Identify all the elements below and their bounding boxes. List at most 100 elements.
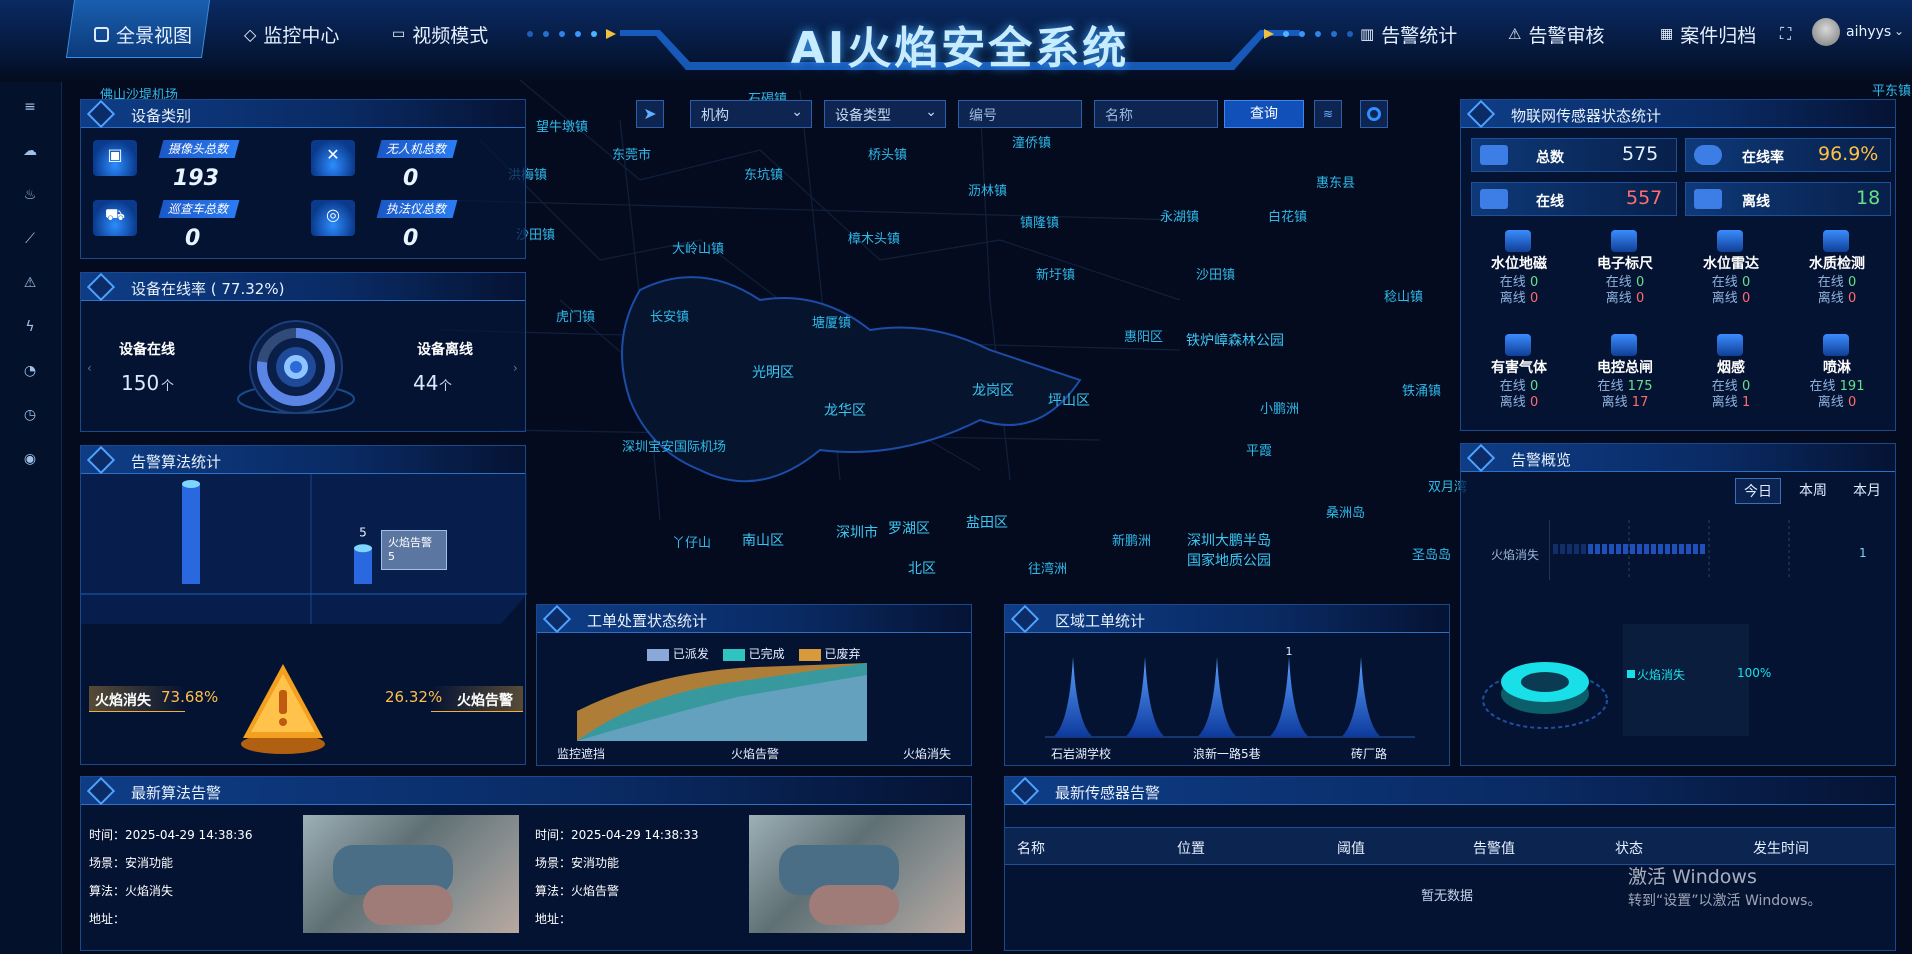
layer-toggle-icon[interactable] xyxy=(1360,100,1388,128)
camera-icon[interactable]: ◉ xyxy=(21,450,39,468)
dashboard-gauge-icon[interactable]: ◷ xyxy=(21,406,39,424)
peak[interactable] xyxy=(1053,657,1093,737)
sensor-icon xyxy=(1717,334,1743,356)
warning-triangle-icon xyxy=(241,664,325,754)
panel-diamond-icon xyxy=(1010,604,1040,634)
bar-segment xyxy=(1574,544,1579,554)
sensor-card[interactable]: 电控总闸 在线 175 离线 17 xyxy=(1581,334,1669,410)
empty-text: 暂无数据 xyxy=(1421,889,1474,904)
bar[interactable] xyxy=(354,548,372,584)
legend-item: 已派发 xyxy=(647,645,709,662)
lightning-icon[interactable]: ϟ xyxy=(21,318,39,336)
map-label: 潼侨镇 xyxy=(1012,136,1052,151)
peak[interactable] xyxy=(1197,657,1237,737)
fire-icon[interactable]: ♨ xyxy=(21,186,39,204)
bar[interactable] xyxy=(182,484,200,584)
alarm-item[interactable]: 时间：2025-04-29 14:38:33 场景：安消功能 算法：火焰告警 地… xyxy=(535,821,698,933)
stat-value: 18 xyxy=(1856,187,1881,209)
avatar[interactable] xyxy=(1812,18,1840,46)
column-header: 状态 xyxy=(1615,841,1643,857)
alarm-snapshot[interactable] xyxy=(303,815,519,933)
sensor-card[interactable]: 水位雷达 在线 0 离线 0 xyxy=(1687,230,1775,306)
x-tick: 浪新一路5巷 xyxy=(1193,747,1261,761)
tab-alarm-review[interactable]: ⚠ 告警审核 xyxy=(1508,16,1604,52)
x-tick: 火焰消失 xyxy=(903,747,952,761)
tab-video-mode[interactable]: ▭ 视频模式 xyxy=(392,16,488,52)
locate-icon[interactable]: ➤ xyxy=(636,100,664,128)
tab-alarm-stats[interactable]: ▥ 告警统计 xyxy=(1360,16,1457,52)
org-select[interactable]: 机构 ⌄ xyxy=(690,100,812,128)
map-label: 望牛墩镇 xyxy=(536,120,589,135)
sensor-name: 烟感 xyxy=(1717,360,1745,376)
peak[interactable] xyxy=(1125,657,1165,737)
range-week[interactable]: 本周 xyxy=(1791,478,1835,502)
tab-overview[interactable]: 全景视图 xyxy=(94,16,192,52)
fullscreen-icon[interactable]: ⛶ xyxy=(1780,24,1791,44)
legend-item: 已完成 xyxy=(722,645,785,662)
sensor-card[interactable]: 水位地磁 在线 0 离线 0 xyxy=(1475,230,1563,306)
alarm-address: 地址： xyxy=(535,912,572,926)
chevron-right-icon[interactable]: › xyxy=(513,361,518,375)
latest-algo-panel: 最新算法告警 时间：2025-04-29 14:38:36 场景：安消功能 算法… xyxy=(80,776,972,951)
map-label: 平东镇 xyxy=(1872,84,1912,99)
tab-case-archive[interactable]: ▦ 案件归档 xyxy=(1660,16,1756,52)
range-month[interactable]: 本月 xyxy=(1845,478,1889,502)
chevron-left-icon[interactable]: ‹ xyxy=(87,361,92,375)
panel-title: 设备在线率 ( 77.32%) xyxy=(131,280,285,298)
query-button[interactable]: 查询 xyxy=(1224,100,1304,128)
map-label: 坪山区 xyxy=(1048,393,1090,409)
alarm-algo: 算法：火焰告警 xyxy=(535,884,620,898)
alarm-snapshot[interactable] xyxy=(749,815,965,933)
name-input[interactable]: 名称 xyxy=(1094,100,1218,128)
sensor-icon xyxy=(1823,230,1849,252)
chevron-down-icon[interactable]: ⌄ xyxy=(1894,24,1904,38)
panel-title-bar: 物联网传感器状态统计 xyxy=(1461,99,1895,129)
sensor-card[interactable]: 烟感 在线 0 离线 1 xyxy=(1687,334,1775,410)
sensor-card[interactable]: 水质检测 在线 0 离线 0 xyxy=(1793,230,1881,306)
device-category-panel: 设备类别 ▣ 摄像头总数 193 ✕ 无人机总数 0 ⛟ 巡查车总数 0 ◎ 执… xyxy=(80,99,526,259)
sensor-card[interactable]: 有害气体 在线 0 离线 0 xyxy=(1475,334,1563,410)
pie-icon[interactable]: ◔ xyxy=(21,362,39,380)
line-chart-icon[interactable]: ⟋ xyxy=(21,230,39,248)
alarm-overview-panel: 告警概览 今日 本周 本月 火焰消失 1 火焰消失 100% xyxy=(1460,443,1896,766)
map-label: 虎门镇 xyxy=(556,310,596,325)
wifi-icon[interactable]: ≋ xyxy=(1314,100,1342,128)
alarm-item[interactable]: 时间：2025-04-29 14:38:36 场景：安消功能 算法：火焰消失 地… xyxy=(89,821,252,933)
tab-monitor-center[interactable]: ◇ 监控中心 xyxy=(244,16,339,52)
drone-icon: ✕ xyxy=(311,140,355,176)
panel-title: 最新算法告警 xyxy=(131,784,222,802)
cloud-upload-icon[interactable]: ☁ xyxy=(21,142,39,160)
tab-label: 案件归档 xyxy=(1680,24,1757,47)
stat-value: 557 xyxy=(1626,187,1663,209)
sensor-offline: 离线 0 xyxy=(1711,291,1751,306)
calendar-icon: ▦ xyxy=(1660,26,1674,42)
bar-segment xyxy=(1651,544,1656,554)
unit: 个 xyxy=(161,379,175,394)
number-input[interactable]: 编号 xyxy=(958,100,1082,128)
map-label: 东坑镇 xyxy=(744,168,784,183)
range-today[interactable]: 今日 xyxy=(1735,478,1781,504)
sensor-card[interactable]: 电子标尺 在线 0 离线 0 xyxy=(1581,230,1669,306)
map-label: 南山区 xyxy=(742,533,784,549)
stat-label: 总数 xyxy=(1536,150,1564,166)
map-label: 平霞 xyxy=(1246,444,1273,459)
peak[interactable] xyxy=(1269,657,1309,737)
legend-box: 火焰消失 xyxy=(1623,624,1749,736)
device-type-select[interactable]: 设备类型 ⌄ xyxy=(824,100,946,128)
menu-icon[interactable]: ≡ xyxy=(21,98,39,116)
map-label: 罗湖区 xyxy=(888,521,930,537)
column-header: 告警值 xyxy=(1473,841,1515,857)
username[interactable]: aihyys xyxy=(1846,24,1891,40)
dashboard: 佛山沙堤机场 望牛墩镇 东莞市 桥头镇 潼侨镇 惠东县 洪梅镇 东坑镇 沥林镇 … xyxy=(0,0,1912,954)
peak[interactable] xyxy=(1341,657,1381,737)
alert-icon[interactable]: ⚠ xyxy=(21,274,39,292)
sensor-card[interactable]: 喷淋 在线 191 离线 0 xyxy=(1793,334,1881,410)
bar-segment xyxy=(1623,544,1628,554)
sensor-offline: 离线 0 xyxy=(1499,395,1539,410)
map-label: 光明区 xyxy=(752,365,794,381)
region-workorder-panel: 区域工单统计 1 石岩湖学校 浪新一路5巷 砖厂路 xyxy=(1004,604,1450,766)
bar-segment xyxy=(1595,544,1600,554)
map-label: 桥头镇 xyxy=(868,148,908,163)
panel-title-bar: 告警算法统计 xyxy=(81,445,525,475)
monitor-icon: ◇ xyxy=(244,24,257,44)
